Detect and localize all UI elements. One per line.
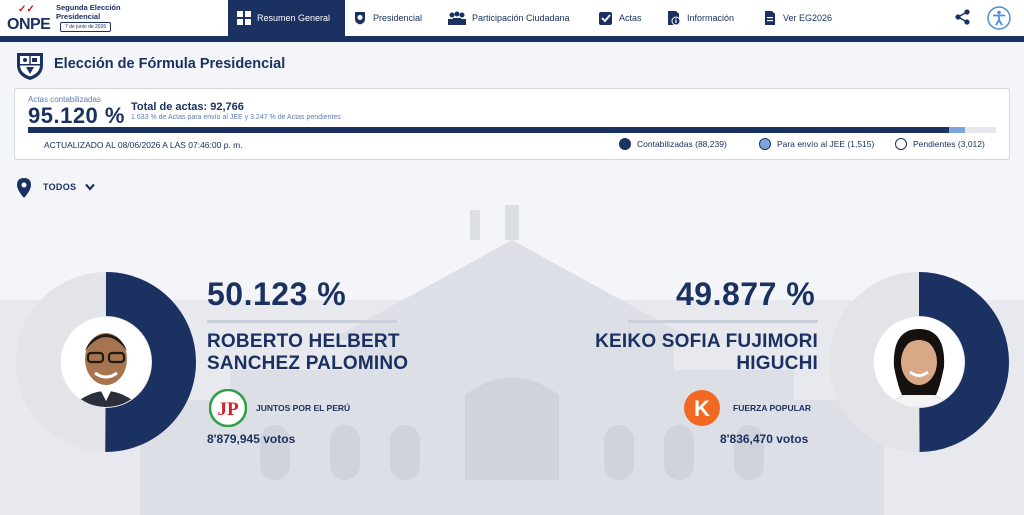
nav-ver-eg2026[interactable]: Ver EG2026 (763, 0, 832, 36)
nav-label: Participación Ciudadana (472, 13, 570, 23)
nav-label: Ver EG2026 (783, 13, 833, 23)
legend-dot-icon (895, 138, 907, 150)
checkbox-icon (599, 12, 612, 25)
nav-label: Presidencial (373, 13, 423, 23)
legend-dot-icon (759, 138, 771, 150)
actas-breakdown-note: 1.633 % de Actas para envío al JEE y 3.2… (131, 114, 341, 121)
percentage-underline (207, 320, 397, 323)
progress-segment-counted (28, 127, 949, 133)
legend-label: Contabilizadas (88,239) (637, 139, 727, 149)
page-title: Elección de Fórmula Presidencial (54, 56, 286, 72)
document-icon (765, 11, 775, 25)
fuerza-popular-logo: K (684, 390, 720, 426)
people-icon (448, 11, 466, 25)
accessibility-icon[interactable] (987, 6, 1011, 30)
brand-title: Segunda Elección Presidencial (56, 3, 121, 21)
percentage-underline (628, 320, 818, 323)
candidate-name-line: HIGUCHI (736, 353, 818, 374)
candidate-name-line: KEIKO SOFIA FUJIMORI (595, 331, 818, 352)
candidate-photo (874, 317, 964, 407)
chevron-down-icon[interactable] (84, 181, 96, 193)
progress-segment-jee (948, 127, 965, 133)
nav-label: Información (687, 13, 735, 23)
candidate-name: KEIKO SOFIA FUJIMORI HIGUCHI (578, 331, 818, 375)
candidate-photo (61, 317, 151, 407)
nav-label: Actas (619, 13, 642, 23)
party-logo-text: JP (217, 399, 239, 420)
header-divider (0, 36, 1024, 42)
brand-date: 7 de junio de 2026 (60, 22, 112, 32)
nav-participacion-ciudadana[interactable]: Participación Ciudadana (448, 0, 570, 36)
counted-percentage: 95.120 % (28, 103, 125, 128)
nav-resumen-general[interactable]: Resumen General (228, 0, 345, 36)
share-icon[interactable] (951, 6, 975, 30)
candidate-name-line: ROBERTO HELBERT (207, 331, 400, 352)
candidate-portrait-icon (61, 317, 151, 407)
party-logo-text: K (694, 396, 710, 421)
juntos-por-el-peru-logo: JP (209, 389, 247, 427)
candidate-portrait-icon (874, 317, 964, 407)
info-document-icon (668, 11, 681, 25)
last-updated: ACTUALIZADO AL 08/06/2026 A LAS 07:46:00… (44, 140, 243, 150)
candidate-votes: 8'836,470 votos (720, 432, 809, 446)
nav-presidencial[interactable]: Presidencial (353, 0, 422, 36)
legend-counted: Contabilizadas (88,239) (619, 138, 727, 150)
nav-informacion[interactable]: Información (667, 0, 734, 36)
nav-actas[interactable]: Actas (599, 0, 642, 36)
candidate-votes: 8'879,945 votos (207, 432, 296, 446)
location-filter-dropdown[interactable]: TODOS (43, 182, 76, 192)
party-name: FUERZA POPULAR (733, 403, 812, 413)
actas-progress-bar (28, 127, 996, 133)
vote-mark-icon: ✓✓ (18, 4, 35, 15)
candidate-name-line: SANCHEZ PALOMINO (207, 353, 409, 374)
candidate-percentage: 49.877 % (676, 276, 816, 312)
total-actas: Total de actas: 92,766 (131, 101, 244, 113)
legend-jee: Para envío al JEE (1,515) (759, 138, 874, 150)
party-name: JUNTOS POR EL PERÚ (256, 403, 351, 413)
seal-icon (355, 12, 365, 25)
onpe-logo[interactable]: ✓✓ ONPE (4, 2, 51, 34)
logo-text: ONPE (7, 16, 51, 33)
dashboard-icon (237, 11, 251, 25)
candidate-name: ROBERTO HELBERT SANCHEZ PALOMINO (207, 331, 408, 375)
peru-coat-of-arms-icon (17, 53, 43, 80)
candidate-percentage: 50.123 % (207, 276, 347, 312)
nav-label: Resumen General (257, 13, 331, 23)
legend-label: Pendientes (3,012) (913, 139, 985, 149)
legend-dot-icon (619, 138, 631, 150)
legend-pending: Pendientes (3,012) (895, 138, 985, 150)
legend-label: Para envío al JEE (1,515) (777, 139, 875, 149)
location-pin-icon (17, 178, 31, 198)
